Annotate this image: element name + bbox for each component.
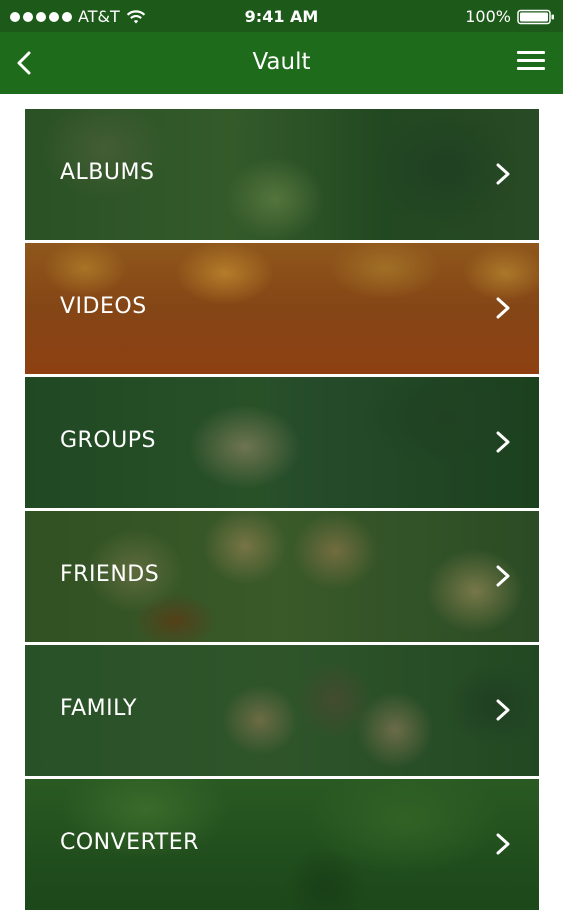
chevron-right-icon — [496, 699, 510, 721]
menu-tile-label: FAMILY — [60, 696, 137, 721]
menu-tile-friends[interactable]: FRIENDS — [25, 511, 539, 642]
hamburger-menu-button[interactable] — [517, 51, 545, 75]
chevron-right-icon — [496, 431, 510, 453]
chevron-right-icon — [496, 163, 510, 185]
battery-percent: 100% — [465, 7, 511, 26]
chevron-right-icon — [496, 565, 510, 587]
menu-tile-label: VIDEOS — [60, 294, 147, 319]
menu-tile-label: CONVERTER — [60, 830, 199, 855]
menu-tile-label: ALBUMS — [60, 160, 155, 185]
menu-tile-albums[interactable]: ALBUMS — [25, 109, 539, 240]
status-right: 100% — [465, 7, 555, 26]
menu-tile-videos[interactable]: VIDEOS — [25, 243, 539, 374]
status-bar: AT&T 9:41 AM 100% — [0, 0, 563, 32]
menu-tile-label: GROUPS — [60, 428, 156, 453]
battery-icon — [517, 9, 554, 24]
menu-tile-family[interactable]: FAMILY — [25, 645, 539, 776]
vault-menu-list: ALBUMS VIDEOS GROUPS FRIENDS FAMILY CONV… — [25, 109, 539, 913]
hamburger-menu-icon — [517, 51, 545, 54]
chevron-right-icon — [496, 833, 510, 855]
navigation-bar: Vault — [0, 32, 563, 94]
menu-tile-label: FRIENDS — [60, 562, 160, 587]
page-title: Vault — [252, 49, 311, 75]
chevron-right-icon — [496, 297, 510, 319]
menu-tile-groups[interactable]: GROUPS — [25, 377, 539, 508]
menu-tile-converter[interactable]: CONVERTER — [25, 779, 539, 910]
